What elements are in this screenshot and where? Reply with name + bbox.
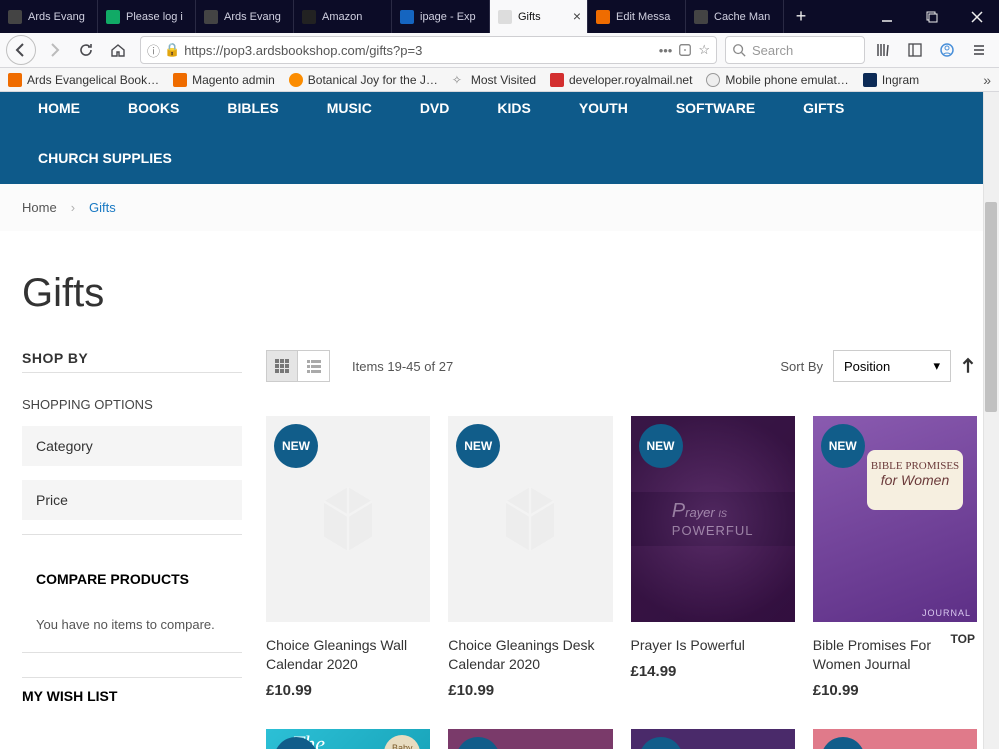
menu-icon[interactable]: [965, 36, 993, 64]
nav-books[interactable]: BOOKS: [128, 100, 179, 116]
page-title: Gifts: [22, 271, 977, 316]
bookmark-star-icon[interactable]: ☆: [698, 42, 710, 58]
browser-tab[interactable]: Ards Evang: [0, 0, 98, 33]
breadcrumb-current: Gifts: [89, 200, 116, 215]
wishlist-heading: MY WISH LIST: [22, 677, 242, 714]
product-card[interactable]: NEW: [448, 729, 612, 749]
sidebar-icon[interactable]: [901, 36, 929, 64]
sidebar-options-label: SHOPPING OPTIONS: [22, 397, 242, 412]
product-name: Choice Gleanings Wall Calendar 2020: [266, 636, 430, 674]
close-icon[interactable]: ×: [573, 8, 581, 24]
chevron-right-icon: ›: [71, 200, 75, 215]
bookmark-item[interactable]: developer.royalmail.net: [550, 73, 692, 87]
product-card[interactable]: NEW Prayer ISPOWERFUL Prayer Is Powerful…: [631, 416, 795, 699]
listing-toolbar: Items 19-45 of 27 Sort By Position ▾: [266, 350, 977, 382]
product-price: £14.99: [631, 663, 795, 680]
product-price: £10.99: [448, 682, 612, 699]
product-name: Choice Gleanings Desk Calendar 2020: [448, 636, 612, 674]
info-icon[interactable]: ⓘ: [147, 41, 160, 60]
chevron-down-icon: ▾: [933, 358, 940, 374]
back-button[interactable]: [6, 35, 36, 65]
layered-nav-sidebar: SHOP BY SHOPPING OPTIONS Category Price …: [22, 350, 242, 749]
nav-gifts[interactable]: GIFTS: [803, 100, 844, 116]
url-text: https://pop3.ardsbookshop.com/gifts?p=3: [184, 43, 652, 58]
new-tab-button[interactable]: +: [784, 0, 818, 33]
forward-button: [40, 36, 68, 64]
filter-category[interactable]: Category: [22, 426, 242, 466]
browser-tab-strip: Ards Evang Please log i Ards Evang Amazo…: [0, 0, 999, 33]
browser-tab[interactable]: Cache Man: [686, 0, 784, 33]
bookmark-item[interactable]: Ingram: [863, 73, 919, 87]
product-listing: Items 19-45 of 27 Sort By Position ▾: [266, 350, 977, 749]
nav-kids[interactable]: KIDS: [497, 100, 530, 116]
new-badge: NEW: [456, 424, 500, 468]
library-icon[interactable]: [869, 36, 897, 64]
lock-icon: 🔒: [164, 42, 180, 58]
back-to-top-button[interactable]: TOP: [951, 632, 975, 646]
nav-music[interactable]: MUSIC: [327, 100, 372, 116]
nav-church-supplies[interactable]: CHURCH SUPPLIES: [38, 150, 172, 166]
bookmark-item[interactable]: Mobile phone emulat…: [706, 73, 848, 87]
breadcrumb-home[interactable]: Home: [22, 200, 57, 215]
nav-bibles[interactable]: BIBLES: [227, 100, 278, 116]
sort-direction-button[interactable]: [959, 357, 977, 375]
new-badge: NEW: [821, 424, 865, 468]
new-badge: NEW: [274, 424, 318, 468]
nav-youth[interactable]: YOUTH: [579, 100, 628, 116]
sidebar-shop-by: SHOP BY: [22, 350, 242, 366]
browser-nav-bar: ⓘ 🔒 https://pop3.ardsbookshop.com/gifts?…: [0, 33, 999, 68]
compare-empty-text: You have no items to compare.: [22, 613, 242, 652]
product-card[interactable]: NEW BIBLE PROMISESfor Women JOURNAL Bibl…: [813, 416, 977, 699]
product-card[interactable]: NEW: [631, 729, 795, 749]
bookmark-item[interactable]: Ards Evangelical Book…: [8, 73, 159, 87]
filter-price[interactable]: Price: [22, 480, 242, 520]
more-icon[interactable]: •••: [659, 43, 673, 58]
product-card[interactable]: NEW Choice Gleanings Desk Calendar 2020 …: [448, 416, 612, 699]
bookmarks-overflow-icon[interactable]: »: [983, 72, 991, 88]
product-name: Prayer Is Powerful: [631, 636, 795, 655]
browser-tab[interactable]: ipage - Exp: [392, 0, 490, 33]
compare-heading: COMPARE PRODUCTS: [22, 561, 242, 597]
product-card[interactable]: NEW The Baby BOOK: [266, 729, 430, 749]
browser-tab[interactable]: Please log i: [98, 0, 196, 33]
url-bar[interactable]: ⓘ 🔒 https://pop3.ardsbookshop.com/gifts?…: [140, 36, 717, 64]
site-primary-nav: HOME BOOKS BIBLES MUSIC DVD KIDS YOUTH S…: [0, 92, 999, 184]
product-card[interactable]: NEW: [813, 729, 977, 749]
product-price: £10.99: [266, 682, 430, 699]
account-icon[interactable]: [933, 36, 961, 64]
view-grid-button[interactable]: [266, 350, 298, 382]
search-icon: [732, 43, 746, 57]
browser-tab-active[interactable]: Gifts×: [490, 0, 588, 33]
home-button[interactable]: [104, 36, 132, 64]
sort-by-label: Sort By: [780, 359, 823, 374]
browser-tab[interactable]: Amazon: [294, 0, 392, 33]
minimize-icon[interactable]: [864, 0, 909, 33]
vertical-scrollbar[interactable]: [983, 92, 999, 749]
page-viewport: HOME BOOKS BIBLES MUSIC DVD KIDS YOUTH S…: [0, 92, 999, 749]
new-badge: NEW: [639, 424, 683, 468]
maximize-icon[interactable]: [909, 0, 954, 33]
nav-dvd[interactable]: DVD: [420, 100, 450, 116]
product-card[interactable]: NEW Choice Gleanings Wall Calendar 2020 …: [266, 416, 430, 699]
nav-software[interactable]: SOFTWARE: [676, 100, 755, 116]
nav-home[interactable]: HOME: [38, 100, 80, 116]
reader-icon[interactable]: [678, 43, 692, 57]
bookmark-item[interactable]: Botanical Joy for the J…: [289, 73, 438, 87]
bookmark-item[interactable]: Magento admin: [173, 73, 275, 87]
sort-select[interactable]: Position ▾: [833, 350, 951, 382]
browser-search-input[interactable]: Search: [725, 36, 865, 64]
browser-tab[interactable]: Edit Messa: [588, 0, 686, 33]
bookmarks-bar: Ards Evangelical Book… Magento admin Bot…: [0, 68, 999, 92]
toolbar-count: Items 19-45 of 27: [352, 359, 453, 374]
reload-button[interactable]: [72, 36, 100, 64]
browser-tab[interactable]: Ards Evang: [196, 0, 294, 33]
close-window-icon[interactable]: [954, 0, 999, 33]
product-price: £10.99: [813, 682, 977, 699]
breadcrumb: Home › Gifts: [0, 184, 999, 231]
bookmark-item[interactable]: ✧Most Visited: [452, 73, 536, 87]
view-list-button[interactable]: [298, 350, 330, 382]
